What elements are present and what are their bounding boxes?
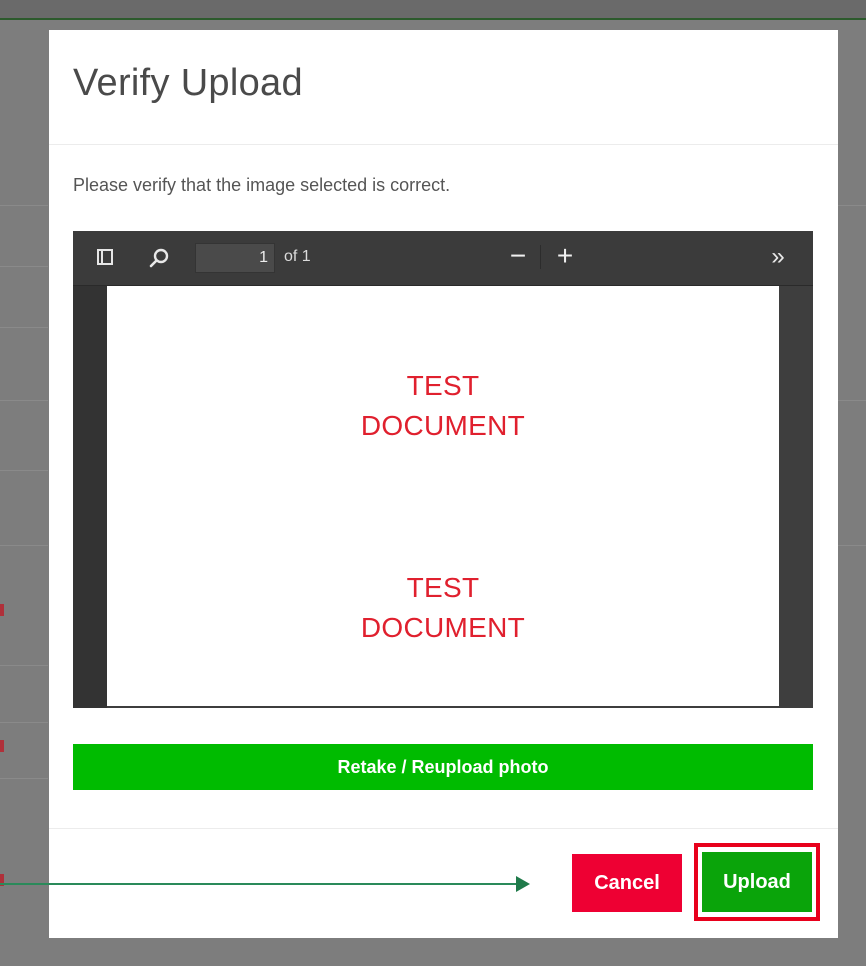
pdf-viewer-toolbar: 1 of 1 − + » xyxy=(73,231,813,286)
background-row-divider xyxy=(838,545,866,546)
annotation-arrow-line xyxy=(0,883,520,885)
page-count-label: of 1 xyxy=(284,248,311,265)
sidebar-toggle-icon[interactable] xyxy=(93,245,119,271)
zoom-out-button[interactable]: − xyxy=(505,242,531,271)
retake-reupload-button[interactable]: Retake / Reupload photo xyxy=(73,744,813,790)
background-row-divider xyxy=(0,205,48,206)
background-marker xyxy=(0,604,4,616)
background-row-divider xyxy=(0,722,48,723)
upload-button[interactable]: Upload xyxy=(702,852,812,912)
annotation-arrow-head xyxy=(516,876,530,892)
pdf-page: TEST DOCUMENT TEST DOCUMENT xyxy=(107,286,779,706)
background-top-bar xyxy=(0,0,866,20)
background-row-divider xyxy=(0,778,48,779)
background-row-divider xyxy=(0,327,48,328)
page-number-input[interactable]: 1 xyxy=(195,243,275,273)
dialog-title: Verify Upload xyxy=(73,62,303,104)
document-text-line: TEST xyxy=(406,572,480,603)
double-chevron-right-icon[interactable]: » xyxy=(763,245,793,271)
pdf-page-area[interactable]: TEST DOCUMENT TEST DOCUMENT xyxy=(73,286,813,708)
pdf-viewer: 1 of 1 − + » TEST DOCUMENT TEST DOCUMENT xyxy=(73,231,813,708)
header-divider xyxy=(49,144,838,145)
background-row-divider xyxy=(0,400,48,401)
background-row-divider xyxy=(0,665,48,666)
zoom-divider xyxy=(540,245,541,269)
verify-upload-dialog: Verify Upload Please verify that the ima… xyxy=(49,30,838,938)
background-row-divider xyxy=(838,205,866,206)
document-text-line: DOCUMENT xyxy=(360,410,526,441)
cancel-button[interactable]: Cancel xyxy=(572,854,682,912)
background-row-divider xyxy=(0,470,48,471)
document-text-line: DOCUMENT xyxy=(360,612,526,643)
background-row-divider xyxy=(0,266,48,267)
background-row-divider xyxy=(838,400,866,401)
page-area-gutter xyxy=(73,286,107,708)
document-text-block: TEST DOCUMENT xyxy=(107,568,779,648)
zoom-in-button[interactable]: + xyxy=(552,242,578,271)
dialog-instructions: Please verify that the image selected is… xyxy=(73,175,451,195)
search-icon[interactable] xyxy=(147,245,173,271)
background-row-divider xyxy=(0,545,48,546)
document-text-block: TEST DOCUMENT xyxy=(107,366,779,446)
document-text-line: TEST xyxy=(406,370,480,401)
footer-divider xyxy=(49,828,838,829)
background-marker xyxy=(0,740,4,752)
